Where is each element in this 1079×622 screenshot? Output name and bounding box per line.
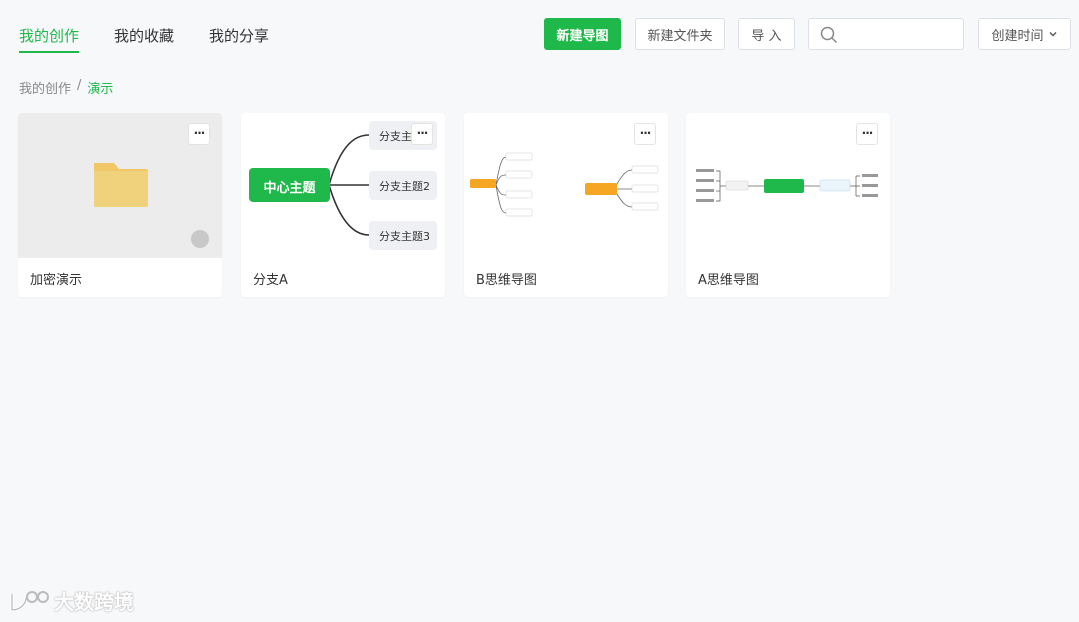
- search-input[interactable]: [843, 24, 957, 44]
- breadcrumb-root[interactable]: 我的创作: [19, 78, 71, 97]
- watermark-text: 大数跨境: [54, 590, 134, 614]
- new-folder-button[interactable]: 新建文件夹: [635, 18, 725, 50]
- breadcrumb-current: 演示: [87, 82, 114, 97]
- card-title: A思维导图: [698, 273, 759, 288]
- chevron-down-icon: [1049, 32, 1056, 37]
- card-title: B思维导图: [476, 273, 537, 288]
- more-options-button[interactable]: ···: [634, 123, 656, 145]
- folder-card[interactable]: ··· 加密演示: [18, 113, 222, 297]
- sort-dropdown[interactable]: 创建时间: [978, 18, 1071, 50]
- tab-my-creations[interactable]: 我的创作: [19, 25, 80, 53]
- tab-my-favorites[interactable]: 我的收藏: [114, 25, 174, 53]
- breadcrumb: 我的创作 / 演示: [19, 78, 113, 97]
- branch-topic: 分支主题2: [379, 180, 430, 193]
- breadcrumb-separator: /: [77, 78, 82, 93]
- map-card[interactable]: ··· B思维导图: [464, 113, 668, 297]
- tab-my-shares[interactable]: 我的分享: [209, 25, 269, 53]
- watermark-logo-icon: [10, 590, 49, 611]
- more-options-button[interactable]: ···: [188, 123, 210, 145]
- map-card[interactable]: ··· A思维导图: [686, 113, 890, 297]
- more-options-button[interactable]: ···: [856, 123, 878, 145]
- center-topic: 中心主题: [263, 181, 316, 196]
- sort-label: 创建时间: [991, 28, 1044, 44]
- card-title: 分支A: [253, 273, 288, 288]
- import-button[interactable]: 导 入: [738, 18, 795, 50]
- card-title: 加密演示: [30, 273, 83, 288]
- header: 我的创作 我的收藏 我的分享 新建导图 新建文件夹 导 入 创建时间: [0, 0, 1079, 70]
- search-box[interactable]: [808, 18, 964, 50]
- search-icon: [820, 26, 838, 44]
- more-options-button[interactable]: ···: [411, 123, 433, 145]
- branch-topic: 分支主题3: [379, 230, 430, 243]
- branch-topic: 分支主: [379, 130, 412, 143]
- map-card[interactable]: 中心主题 分支主 分支主题2 分支主题3 ··· 分支A: [241, 113, 445, 297]
- new-map-button[interactable]: 新建导图: [544, 18, 621, 50]
- watermark: 大数跨境: [8, 586, 134, 615]
